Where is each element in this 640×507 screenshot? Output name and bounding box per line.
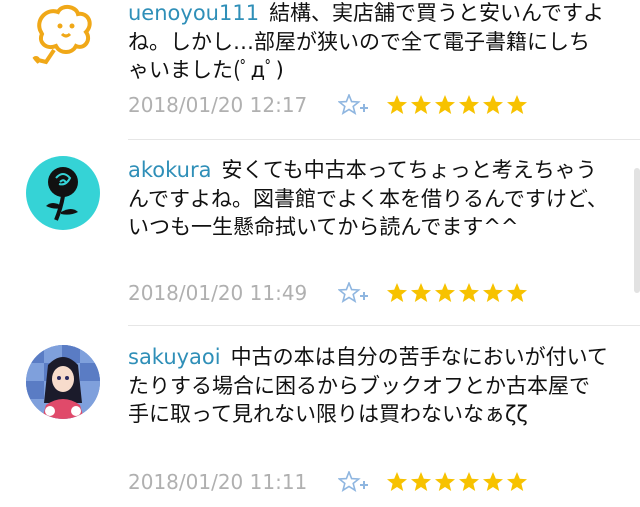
avatar[interactable] [26,156,100,230]
star-icon [411,283,431,302]
star-icon [387,95,407,114]
star-rating[interactable] [386,471,528,493]
add-star-icon[interactable] [338,282,368,304]
rooster-icon [32,5,92,65]
comment-text: sakuyaoi 中古の本は自分の苦手なにおいが付いてたりする場合に困るからブック… [128,343,608,429]
comment-meta: 2018/01/20 11:11 [128,467,528,497]
scrollbar[interactable] [634,168,640,293]
star-rating[interactable] [386,94,528,116]
star-icon [459,472,479,491]
star-icon [435,283,455,302]
star-icon [411,472,431,491]
add-star-icon[interactable] [338,94,368,116]
comment-username[interactable]: uenoyou111 [128,1,259,25]
star-icon [507,95,527,114]
comment-meta: 2018/01/20 12:17 [128,90,528,120]
comment-timestamp: 2018/01/20 11:49 [128,281,308,305]
star-icon [483,472,503,491]
comment-username[interactable]: sakuyaoi [128,345,221,369]
star-icon [483,95,503,114]
star-icon [387,283,407,302]
comment-item: uenoyou111 結構、実店舗で買うと安いんですよね。しかし…部屋が狭いので全… [0,0,640,140]
comment-meta: 2018/01/20 11:49 [128,278,528,308]
comment-text: uenoyou111 結構、実店舗で買うと安いんですよね。しかし…部屋が狭いので全… [128,0,608,85]
avatar[interactable] [26,0,100,74]
avatar[interactable] [26,345,100,419]
star-icon [507,472,527,491]
star-rating[interactable] [386,282,528,304]
comment-username[interactable]: akokura [128,158,211,182]
star-icon [507,283,527,302]
comment-timestamp: 2018/01/20 11:11 [128,470,308,494]
star-icon [387,472,407,491]
star-icon [459,283,479,302]
star-icon [435,95,455,114]
comment-timestamp: 2018/01/20 12:17 [128,93,308,117]
star-icon [459,95,479,114]
star-icon [483,283,503,302]
comment-text: akokura 安くても中古本ってちょっと考えちゃうんですよね。図書館でよく本を借… [128,156,608,242]
rose-icon [46,167,78,221]
comment-item: sakuyaoi 中古の本は自分の苦手なにおいが付いてたりする場合に困るからブック… [0,325,640,507]
comment-item: akokura 安くても中古本ってちょっと考えちゃうんですよね。図書館でよく本を借… [0,140,640,326]
add-star-icon[interactable] [338,471,368,493]
star-icon [411,95,431,114]
anime-girl-avatar [26,345,100,419]
star-icon [435,472,455,491]
